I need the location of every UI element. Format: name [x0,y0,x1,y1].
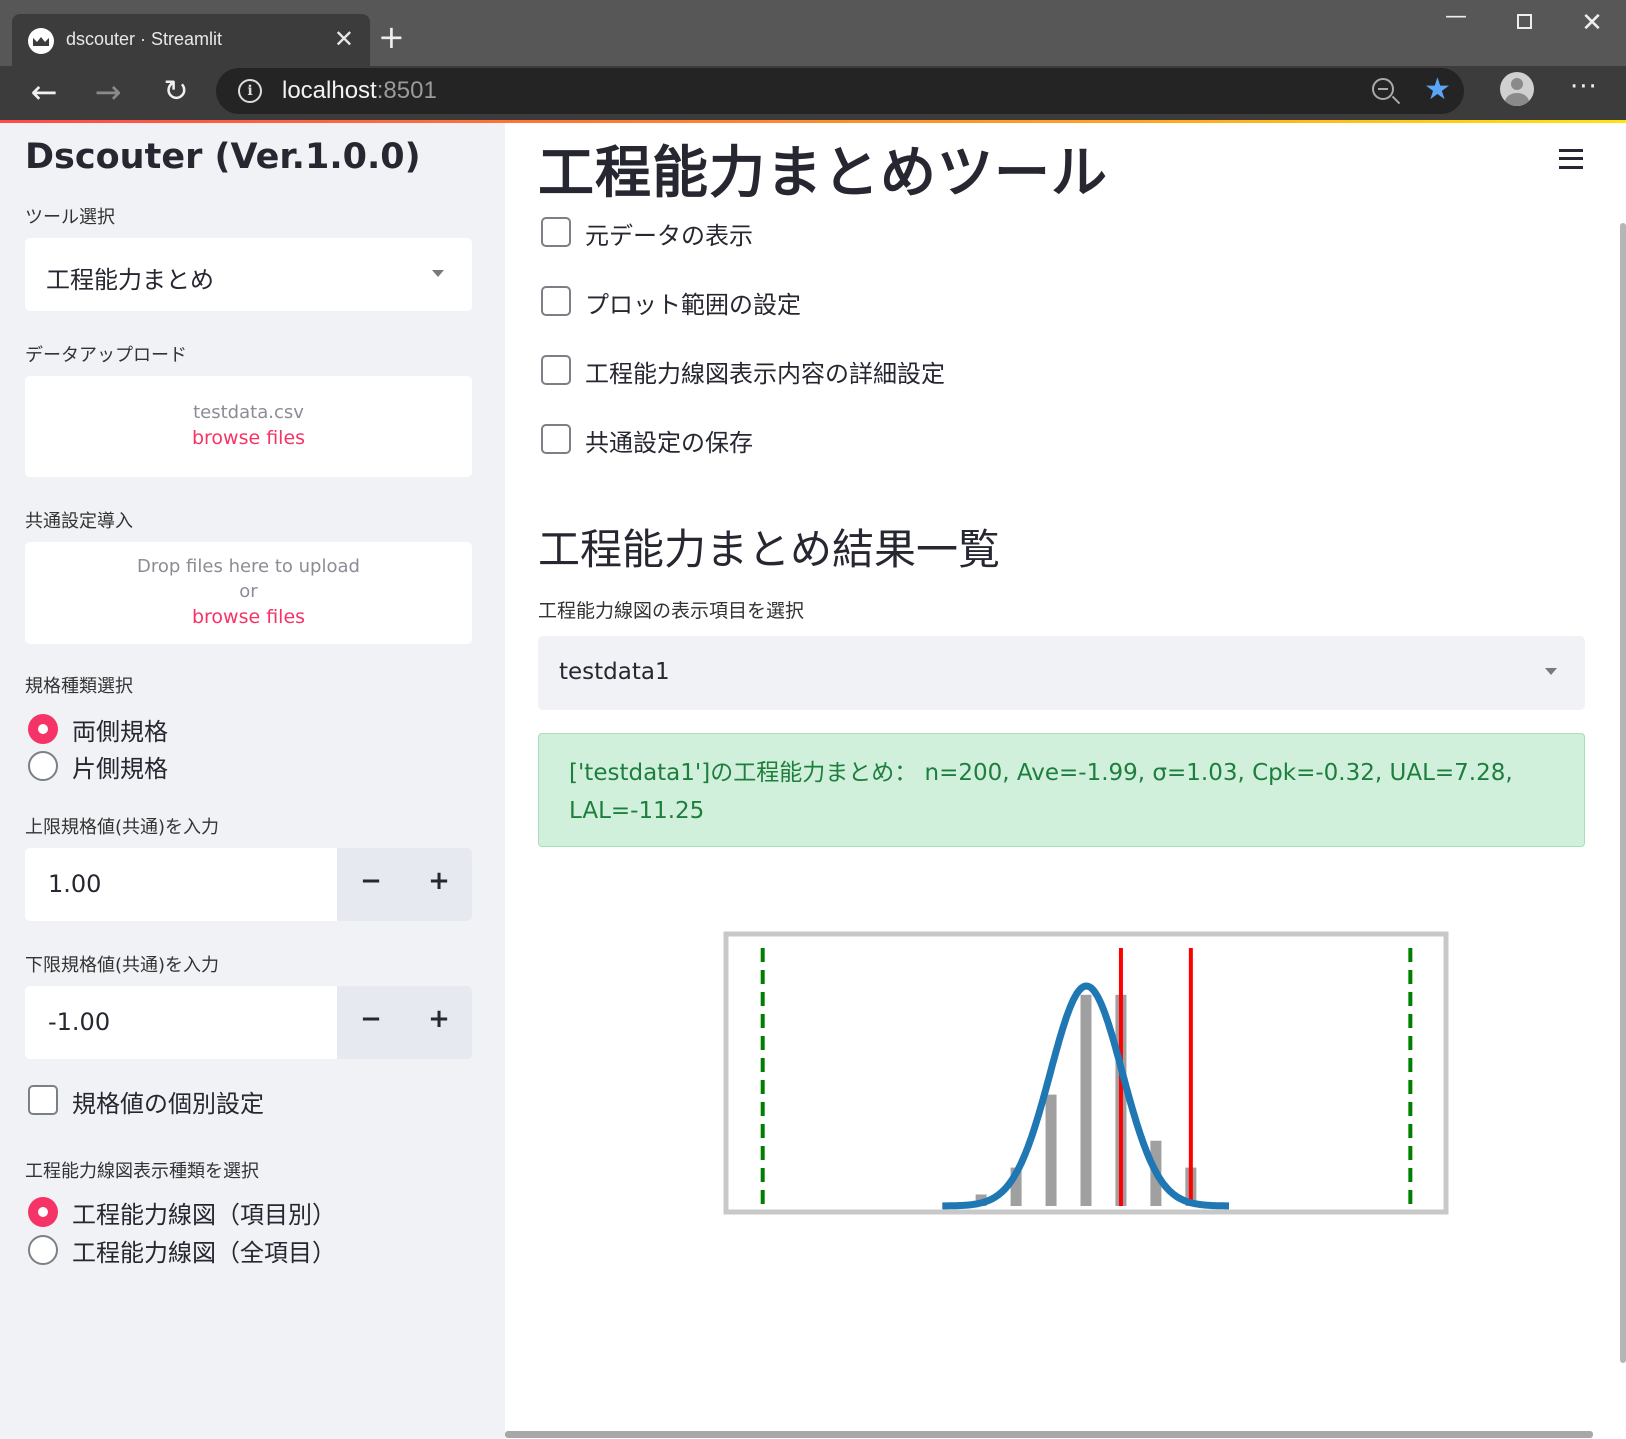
vertical-scrollbar[interactable] [1620,223,1626,1363]
histogram-bar [1045,1094,1057,1206]
streamlit-logo-icon [28,28,54,54]
browse-files-link[interactable]: browse files [25,604,472,630]
item-select[interactable]: testdata1 [538,636,1585,710]
back-arrow-icon[interactable]: ← [24,72,64,112]
data-upload-label: データアップロード [25,345,187,366]
increment-button[interactable]: + [419,1004,459,1034]
checkbox-icon [541,286,571,316]
tool-select-label: ツール選択 [25,207,115,228]
data-uploader[interactable]: testdata.csv browse files [25,376,472,477]
checkbox-icon [28,1085,58,1115]
summary-alert: ['testdata1']の工程能力まとめ： n=200, Ave=-1.99,… [538,733,1585,847]
new-tab-icon[interactable]: + [378,20,405,54]
common-settings-label: 共通設定導入 [25,511,133,532]
tool-select-value: 工程能力まとめ [46,266,214,294]
window-close-icon[interactable]: ✕ [1572,8,1612,38]
lower-spec-label: 下限規格値(共通)を入力 [25,955,220,976]
lower-spec-field[interactable]: -1.00 [25,986,337,1059]
page-title: 工程能力まとめツール [538,141,1108,206]
main-content: 工程能力まとめツール 元データの表示 プロット範囲の設定 工程能力線図表示内容の… [505,123,1626,1439]
radio-unselected-icon [28,751,58,781]
item-select-label: 工程能力線図の表示項目を選択 [538,600,805,622]
drop-files-text: Drop files here to upload [137,556,360,577]
maximize-icon[interactable] [1504,8,1544,35]
star-icon[interactable]: ★ [1424,72,1451,107]
tool-select[interactable]: 工程能力まとめ [25,238,472,311]
hamburger-menu-icon[interactable] [1559,149,1583,169]
radio-selected-icon [28,714,58,744]
url-text[interactable]: localhost:8501 [282,77,437,105]
address-bar[interactable]: i localhost:8501 ★ [216,68,1464,114]
decrement-button[interactable]: − [351,866,391,896]
uploaded-filename: testdata.csv [193,402,304,423]
checkbox-icon [541,217,571,247]
checkbox-label: 共通設定の保存 [585,429,753,457]
checkbox-label: 工程能力線図表示内容の詳細設定 [585,360,945,388]
radio-label: 工程能力線図（全項目） [72,1239,336,1267]
spec-type-label: 規格種類選択 [25,676,133,697]
checkbox-label: 元データの表示 [585,222,753,250]
histogram-bar [1080,994,1092,1206]
forward-arrow-icon[interactable]: → [88,72,128,112]
upper-spec-label: 上限規格値(共通)を入力 [25,817,220,838]
lower-spec-input: -1.00 − + [25,986,472,1059]
radio-label: 両側規格 [72,718,168,746]
radio-unselected-icon [28,1235,58,1265]
tab-title: dscouter · Streamlit [66,29,223,49]
close-tab-icon[interactable]: ✕ [334,25,354,53]
settings-uploader[interactable]: Drop files here to upload or browse file… [25,542,472,644]
sidebar-title: Dscouter (Ver.1.0.0) [25,137,421,177]
chart-type-label: 工程能力線図表示種類を選択 [25,1161,259,1182]
upper-spec-input: 1.00 − + [25,848,472,921]
more-icon[interactable]: ··· [1570,72,1598,102]
url-host: localhost [282,77,377,104]
browser-toolbar: ← → ↻ i localhost:8501 ★ ··· [0,66,1626,120]
checkbox-icon [541,424,571,454]
summary-text: ['testdata1']の工程能力まとめ： n=200, Ave=-1.99,… [569,760,1513,824]
profile-icon[interactable] [1500,72,1534,106]
radio-selected-icon [28,1197,58,1227]
checkbox-icon [541,355,571,385]
sidebar: Dscouter (Ver.1.0.0) ツール選択 工程能力まとめ データアッ… [0,123,505,1439]
horizontal-scrollbar[interactable] [505,1431,1593,1438]
minimize-icon[interactable]: — [1436,4,1476,29]
browser-tab[interactable]: dscouter · Streamlit ✕ [12,14,370,66]
results-heading: 工程能力まとめ結果一覧 [538,525,1001,574]
or-text: or [239,581,258,602]
decrement-button[interactable]: − [351,1004,391,1034]
browse-files-link[interactable]: browse files [25,425,472,451]
chevron-down-icon [1545,668,1557,675]
radio-label: 工程能力線図（項目別） [72,1201,336,1229]
upper-spec-field[interactable]: 1.00 [25,848,337,921]
url-port: :8501 [376,77,437,104]
zoom-icon[interactable] [1372,78,1394,100]
browser-titlebar: dscouter · Streamlit ✕ + — ✕ [0,0,1626,66]
lower-spec-value: -1.00 [48,1008,111,1036]
checkbox-label: プロット範囲の設定 [585,291,801,319]
checkbox-label: 規格値の個別設定 [72,1090,264,1118]
stepper-buttons: − + [337,986,472,1059]
upper-spec-value: 1.00 [48,870,102,898]
item-select-value: testdata1 [559,659,670,685]
reload-icon[interactable]: ↻ [156,72,196,112]
radio-label: 片側規格 [72,755,168,783]
chevron-down-icon [432,270,444,277]
info-icon[interactable]: i [238,79,262,103]
increment-button[interactable]: + [419,866,459,896]
capability-chart [723,931,1449,1215]
stepper-buttons: − + [337,848,472,921]
